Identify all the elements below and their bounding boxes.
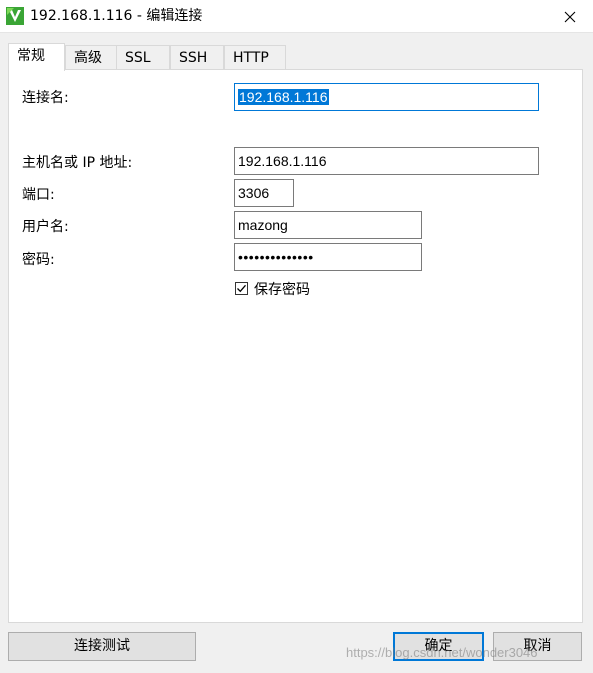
- host-label: 主机名或 IP 地址:: [22, 155, 133, 171]
- tab-ssh[interactable]: SSH: [170, 45, 224, 70]
- host-input[interactable]: 192.168.1.116: [234, 147, 539, 175]
- port-label: 端口:: [22, 187, 55, 203]
- checkmark-icon: [237, 284, 246, 293]
- connection-name-value: 192.168.1.116: [238, 89, 329, 105]
- save-password-checkbox[interactable]: [235, 282, 248, 295]
- connection-name-label: 连接名:: [22, 90, 69, 106]
- save-password-label[interactable]: 保存密码: [254, 281, 310, 299]
- tab-general[interactable]: 常规: [8, 43, 65, 71]
- tab-http[interactable]: HTTP: [224, 45, 286, 70]
- navicat-app-icon: [6, 7, 24, 25]
- close-icon: [564, 11, 576, 22]
- title-bar[interactable]: 192.168.1.116 - 编辑连接: [0, 0, 593, 33]
- username-input[interactable]: mazong: [234, 211, 422, 239]
- port-input[interactable]: 3306: [234, 179, 294, 207]
- tab-advanced[interactable]: 高级: [65, 45, 117, 70]
- test-connection-button[interactable]: 连接测试: [8, 632, 196, 661]
- close-button[interactable]: [547, 0, 593, 33]
- password-label: 密码:: [22, 252, 55, 268]
- tab-ssl[interactable]: SSL: [116, 45, 170, 70]
- password-input[interactable]: ••••••••••••••: [234, 243, 422, 271]
- connection-name-input[interactable]: 192.168.1.116: [234, 83, 539, 111]
- username-label: 用户名:: [22, 219, 69, 235]
- window-title: 192.168.1.116 - 编辑连接: [30, 8, 203, 24]
- watermark-url: https://blog.csdn.net/wonder3046: [346, 645, 538, 660]
